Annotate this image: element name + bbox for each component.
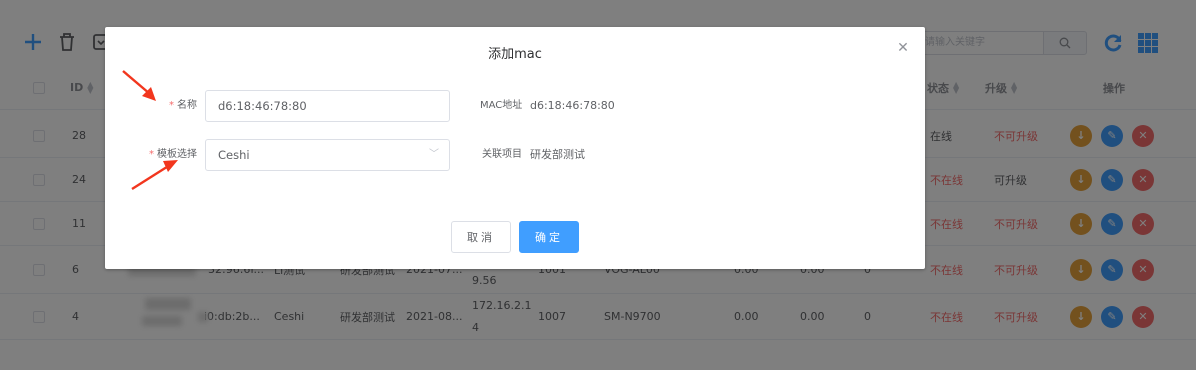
arrow-icon — [131, 160, 178, 191]
arrow-icon — [122, 70, 156, 101]
annotation-arrows — [122, 70, 178, 191]
